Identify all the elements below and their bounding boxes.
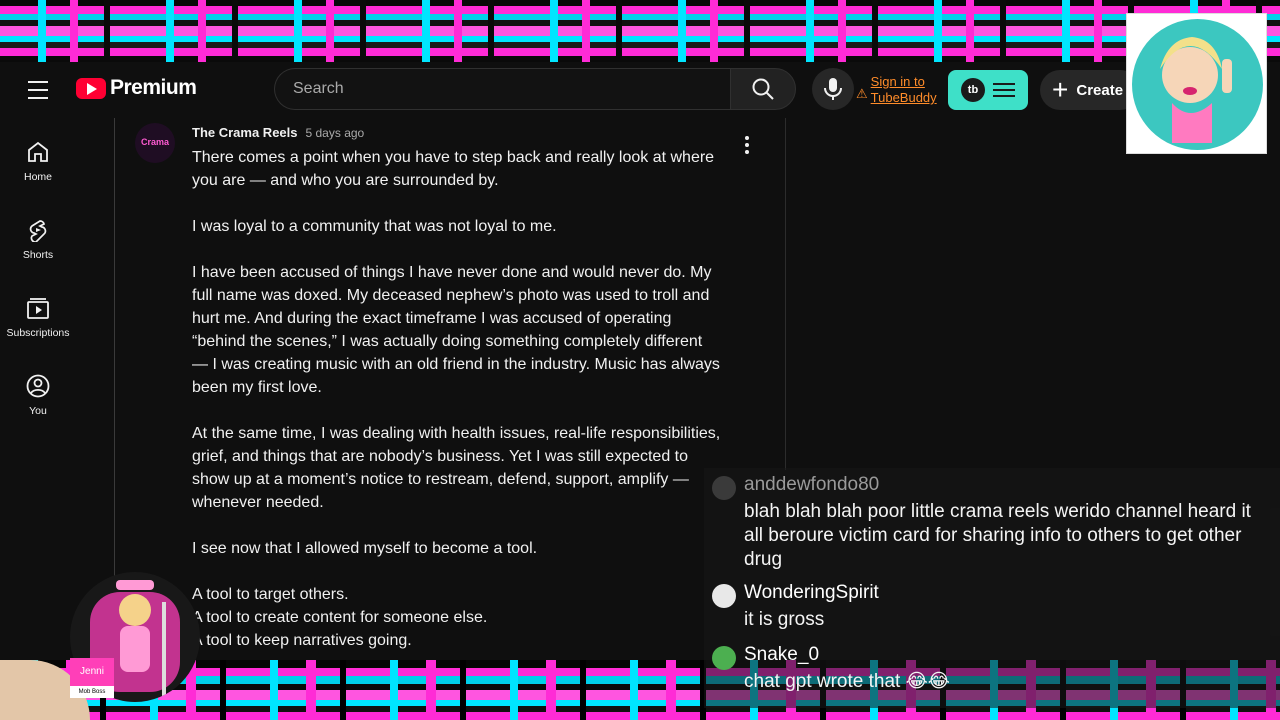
comment-header: The Crama Reels 5 days ago <box>192 125 364 140</box>
sidebar-label-home: Home <box>23 171 52 183</box>
comment-paragraph: A tool to keep narratives going. <box>192 632 412 649</box>
plaid-frame-top <box>0 0 1280 62</box>
chat-username: Snake_0 <box>744 644 820 665</box>
home-icon <box>28 141 48 162</box>
tubebuddy-menu-button[interactable]: tb <box>948 70 1028 110</box>
chat-user-avatar <box>712 476 736 500</box>
plus-icon: + <box>1052 74 1069 105</box>
you-icon <box>26 374 50 398</box>
guide-sidebar: Home Shorts Subscriptions You <box>0 118 76 658</box>
chat-user-avatar <box>712 646 736 670</box>
masthead: Premium Search ⚠ Sign in to TubeBuddy tb… <box>0 62 1280 118</box>
comment-timestamp[interactable]: 5 days ago <box>306 126 365 140</box>
comment-paragraph: I was loyal to a community that was not … <box>192 218 557 235</box>
search-input[interactable]: Search <box>274 68 730 110</box>
sidebar-label-subscriptions: Subscriptions <box>6 327 70 339</box>
create-button[interactable]: + Create <box>1040 70 1140 110</box>
signin-line-1: Sign in to <box>870 74 925 89</box>
comment-paragraph: I see now that I allowed myself to becom… <box>192 540 538 557</box>
tubebuddy-signin-link[interactable]: ⚠ Sign in to TubeBuddy <box>856 74 937 106</box>
youtube-play-icon <box>76 77 106 99</box>
shorts-icon <box>29 220 47 242</box>
create-label: Create <box>1076 81 1124 99</box>
comment-paragraph: A tool to create content for someone els… <box>192 609 488 626</box>
comment-author-avatar[interactable]: Crama <box>135 123 175 163</box>
chat-user-avatar <box>712 584 736 608</box>
live-chat-overlay: anddewfondo80 blah blah blah poor little… <box>704 468 1280 708</box>
comment-text: There comes a point when you have to ste… <box>192 146 722 652</box>
comment-paragraph: There comes a point when you have to ste… <box>192 149 715 189</box>
sidebar-item-home[interactable]: Home <box>0 126 76 196</box>
microphone-icon <box>824 78 842 100</box>
comment-author-name[interactable]: The Crama Reels <box>192 125 298 140</box>
profile-sticker-image <box>1126 13 1267 154</box>
search-button[interactable] <box>730 68 796 110</box>
chat-message-text: blah blah blah poor little crama reels w… <box>744 501 1251 570</box>
sidebar-item-subscriptions[interactable]: Subscriptions <box>0 282 76 352</box>
subscriptions-icon <box>27 298 49 319</box>
warning-icon: ⚠ <box>856 86 868 101</box>
sidebar-item-shorts[interactable]: Shorts <box>0 204 76 274</box>
chat-username: WonderingSpirit <box>744 582 879 603</box>
search-icon <box>752 78 774 100</box>
sidebar-item-you[interactable]: You <box>0 360 76 430</box>
sidebar-label-shorts: Shorts <box>22 249 54 261</box>
voice-search-button[interactable] <box>812 68 854 110</box>
chat-message-text: chat gpt wrote that 😂😂 <box>744 671 950 692</box>
comment-paragraph: A tool to target others. <box>192 586 349 603</box>
character-name-tag: Jenni <box>70 658 114 686</box>
signin-line-2: TubeBuddy <box>870 90 937 105</box>
comment-action-menu[interactable] <box>738 134 756 156</box>
sticker-illustration <box>1160 37 1232 143</box>
avatar-text: Crama <box>140 137 169 147</box>
sidebar-label-you: You <box>29 405 47 417</box>
menu-lines-icon <box>993 83 1015 97</box>
youtube-premium-logo[interactable]: Premium <box>76 76 197 100</box>
guide-menu-button[interactable] <box>22 78 54 102</box>
logo-text: Premium <box>110 76 197 99</box>
panel-divider <box>785 118 786 470</box>
tubebuddy-logo-icon: tb <box>961 78 985 102</box>
chat-message-text: it is gross <box>744 609 825 630</box>
character-title-tag: Mob Boss <box>70 686 114 698</box>
comment-paragraph: At the same time, I was dealing with hea… <box>192 425 721 511</box>
comment-paragraph: I have been accused of things I have nev… <box>192 264 720 396</box>
chat-username: anddewfondo80 <box>744 474 880 495</box>
